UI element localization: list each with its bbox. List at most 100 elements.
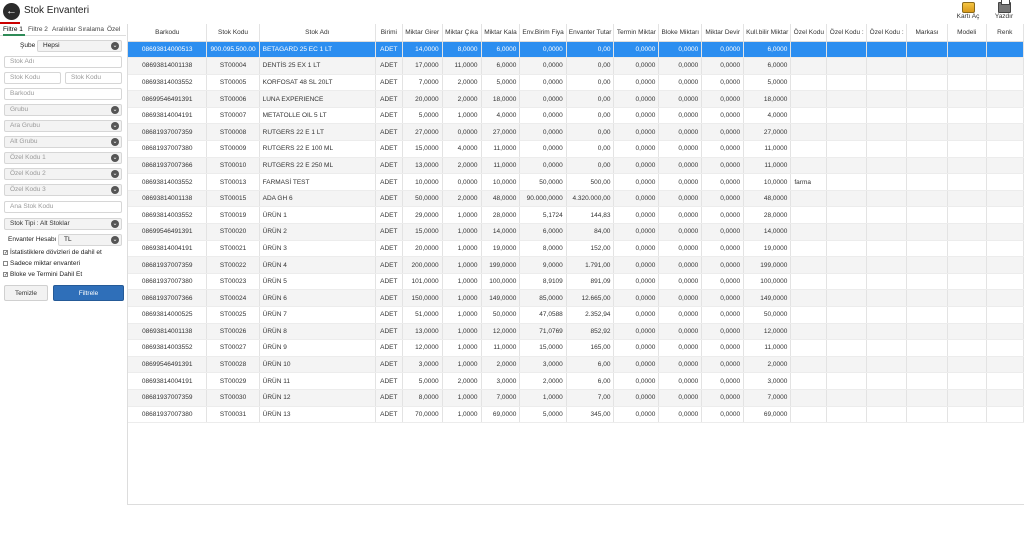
table-cell: ADET (375, 240, 403, 258)
table-row[interactable]: 08681937007359 ST00022 ÜRÜN 4 ADET 200,0000 1… (128, 256, 1024, 274)
column-header[interactable]: Stok Kodu (206, 24, 260, 42)
table-row[interactable]: 08693814003552 ST00013 FARMASİ TEST ADET 10,… (128, 173, 1024, 191)
table-row[interactable]: 08693814004191 ST00029 ÜRÜN 11 ADET 5,0000 2,… (128, 372, 1024, 390)
table-row[interactable]: 08693814003552 ST00027 ÜRÜN 9 ADET 12,0000 1,… (128, 339, 1024, 357)
column-header[interactable]: Modeli (947, 24, 987, 42)
tab-araliklar[interactable]: Aralıklar (52, 25, 77, 36)
table-row[interactable]: 08693814003552 ST00005 KORFOSAT 48 SL 20LT… (128, 74, 1024, 92)
table-cell: 0,0000 (613, 306, 660, 324)
table-cell (986, 406, 1024, 424)
chk-bloke-termin[interactable]: ✓ (3, 272, 8, 278)
column-header[interactable]: Barkodu (128, 24, 208, 42)
stok-adi-input[interactable]: Stok Adı (4, 56, 122, 68)
column-header[interactable]: Env.Birim Fiya (519, 24, 567, 42)
tab-ozel[interactable]: Özel (107, 25, 125, 36)
stok-kodu-from-input[interactable]: Stok Kodu (4, 72, 61, 84)
table-cell (826, 57, 868, 75)
table-cell (790, 140, 828, 158)
table-row[interactable]: 08693814000525 ST00025 ÜRÜN 7 ADET 51,0000 1,… (128, 306, 1024, 324)
column-header[interactable]: Kull.bilir Miktar (743, 24, 792, 42)
envanter-hesabi-select[interactable]: TL ⌄ (58, 234, 122, 246)
table-cell: ST00029 (206, 372, 260, 390)
ozel-kodu-2-placeholder: Özel Kodu 2 (10, 170, 46, 177)
table-cell: 7,0000 (402, 74, 443, 92)
table-row[interactable]: 08693814001138 ST00004 DENTİS 25 EX 1 LT AD… (128, 57, 1024, 75)
table-row[interactable]: 08699546491391 ST00028 ÜRÜN 10 ADET 3,0000 1,… (128, 356, 1024, 374)
table-row[interactable]: 08681937007380 ST00031 ÜRÜN 13 ADET 70,0000 1… (128, 406, 1024, 424)
column-header[interactable]: Renk (986, 24, 1024, 42)
chevron-down-icon: ⌄ (111, 186, 119, 194)
column-header[interactable]: Özel Kodu : (826, 24, 868, 42)
column-header[interactable]: Bloke Miktarı (658, 24, 703, 42)
table-row[interactable]: 08693814001138 ST00026 ÜRÜN 8 ADET 13,0000 1,… (128, 323, 1024, 341)
table-cell: ST00019 (206, 206, 260, 225)
sube-select[interactable]: Hepsi ⌄ (37, 40, 122, 52)
stok-tipi-select[interactable]: Stok Tipi : Alt Stoklar ⌄ (4, 218, 122, 230)
table-row[interactable]: 08681937007380 ST00023 ÜRÜN 5 ADET 101,0000 1… (128, 273, 1024, 291)
table-cell: 15,0000 (519, 339, 567, 357)
table-cell (947, 289, 987, 307)
chk-sadece-miktar[interactable] (3, 261, 8, 266)
table-cell: 1,0000 (442, 240, 482, 258)
table-cell: 0,0000 (658, 140, 703, 158)
column-header[interactable]: Miktar Kala (481, 24, 521, 42)
table-row[interactable]: 08699546491391 ST00006 LUNA EXPERIENCE ADET… (128, 90, 1024, 108)
table-cell (866, 173, 908, 191)
table-cell: 0,0000 (519, 41, 567, 59)
ana-stok-kodu-input[interactable]: Ana Stok Kodu (4, 201, 122, 213)
tab-filtre-2[interactable]: Filtre 2 (28, 25, 50, 36)
column-header[interactable]: Özel Kodu (790, 24, 828, 42)
table-cell (906, 90, 948, 108)
column-header[interactable]: Birimi (375, 24, 403, 42)
table-row[interactable]: 08681937007366 ST00024 ÜRÜN 6 ADET 150,0000 1… (128, 289, 1024, 307)
table-cell: 08693814004191 (128, 107, 208, 125)
table-cell: 1,0000 (442, 206, 482, 225)
table-row[interactable]: 08681937007359 ST00008 RUTGERS 22 E 1 LT AD… (128, 123, 1024, 142)
table-cell: ADET (375, 123, 403, 142)
table-cell: ÜRÜN 1 (259, 206, 376, 225)
table-cell: 0,0000 (658, 107, 703, 125)
column-header[interactable]: Envanter Tutar (566, 24, 615, 42)
column-header[interactable]: Miktar Girer (402, 24, 443, 42)
table-cell: 0,0000 (613, 223, 660, 241)
table-row[interactable]: 08693814001138 ST00015 ADA GH 6 ADET 50,0000… (128, 190, 1024, 208)
table-row[interactable]: 08693814000513 900.095.500.00 BETAGARD 25 … (128, 41, 1024, 59)
column-header[interactable]: Markası (906, 24, 948, 42)
chk-istatistik-doviz[interactable]: ✓ (3, 250, 8, 256)
tab-filtre-1[interactable]: Filtre 1 (3, 25, 25, 36)
ozel-kodu-1-select[interactable]: Özel Kodu 1 ⌄ (4, 152, 122, 164)
alt-grubu-select[interactable]: Alt Grubu ⌄ (4, 136, 122, 148)
tab-siralama[interactable]: Sıralama (78, 25, 104, 36)
table-row[interactable]: 08681937007380 ST00009 RUTGERS 22 E 100 ML… (128, 140, 1024, 158)
karti-ac-button[interactable]: Kartı Aç (952, 2, 984, 22)
table-row[interactable]: 08699546491391 ST00020 ÜRÜN 2 ADET 15,0000 1,… (128, 223, 1024, 241)
table-cell: 0,0000 (701, 223, 745, 241)
table-cell: 08693814003552 (128, 173, 208, 191)
table-row[interactable]: 08681937007366 ST00010 RUTGERS 22 E 250 ML… (128, 157, 1024, 175)
table-row[interactable]: 08693814004191 ST00021 ÜRÜN 3 ADET 20,0000 1,… (128, 240, 1024, 258)
temizle-button[interactable]: Temizle (4, 285, 48, 301)
ara-grubu-select[interactable]: Ara Grubu ⌄ (4, 120, 122, 132)
back-arrow-icon[interactable]: ← (3, 3, 20, 20)
column-header[interactable]: Miktar Çıka (442, 24, 482, 42)
grubu-select[interactable]: Grubu ⌄ (4, 104, 122, 116)
table-cell (986, 223, 1024, 241)
stok-kodu-to-input[interactable]: Stok Kodu (65, 72, 122, 84)
table-cell: FARMASİ TEST (259, 173, 376, 191)
barkodu-input[interactable]: Barkodu (4, 88, 122, 100)
column-header[interactable]: Stok Adı (259, 24, 376, 42)
table-cell: 08693814000513 (128, 41, 208, 59)
table-row[interactable]: 08693814004191 ST00007 METATOLLE OIL 5 LT A… (128, 107, 1024, 125)
envanter-hesabi-value: TL (64, 236, 72, 243)
ozel-kodu-3-select[interactable]: Özel Kodu 3 ⌄ (4, 184, 122, 196)
table-cell: 6,0000 (743, 57, 792, 75)
column-header[interactable]: Miktar Devir (701, 24, 745, 42)
column-header[interactable]: Termin Miktar (613, 24, 660, 42)
table-row[interactable]: 08693814003552 ST00019 ÜRÜN 1 ADET 29,0000 1,… (128, 206, 1024, 225)
table-row[interactable]: 08681937007359 ST00030 ÜRÜN 12 ADET 8,0000 1,… (128, 389, 1024, 407)
filtrele-button[interactable]: Filtrele (53, 285, 124, 301)
yazdir-button[interactable]: Yazdır (988, 0, 1020, 22)
column-header[interactable]: Özel Kodu : (866, 24, 908, 42)
ozel-kodu-2-select[interactable]: Özel Kodu 2 ⌄ (4, 168, 122, 180)
table-cell: 11,0000 (743, 157, 792, 175)
